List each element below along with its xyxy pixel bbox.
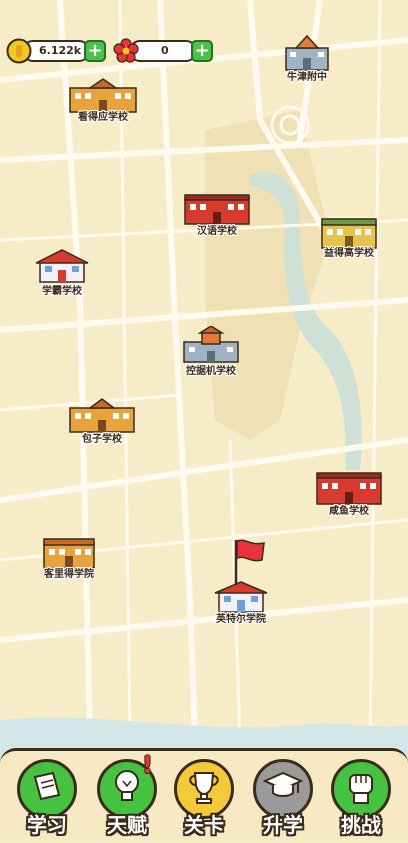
school-building-icon: [285, 34, 329, 71]
lightbulb-icon: [115, 770, 139, 801]
bottom-nav-bar: 学习 ! 天赋 关卡 升学 挑战: [0, 748, 408, 840]
nav-levels-button[interactable]: 关卡: [169, 759, 239, 843]
school-label: 牛津附中: [287, 72, 327, 83]
nav-label: 升学: [263, 813, 303, 837]
school-building-icon: [35, 249, 89, 283]
trophy-icon: [189, 772, 219, 804]
school-label: 看得应学校: [78, 112, 128, 123]
nav-label: 学习: [27, 813, 67, 837]
book-icon: [33, 771, 61, 801]
school-kelide[interactable]: 客里得学院: [40, 536, 98, 584]
city-map: [0, 0, 408, 840]
add-flowers-button[interactable]: +: [191, 40, 213, 62]
fist-icon: [349, 774, 373, 804]
school-label: 学霸学校: [42, 286, 82, 297]
nav-talent-button[interactable]: ! 天赋: [92, 751, 162, 843]
school-yidegao[interactable]: 益得高学校: [318, 216, 380, 262]
school-xianyu[interactable]: 咸鱼学校: [314, 470, 384, 518]
nav-label: 关卡: [184, 813, 224, 837]
school-kongjuji[interactable]: 控据机学校: [180, 325, 242, 377]
nav-label: 挑战: [341, 813, 381, 837]
school-label: 汉语学校: [197, 226, 237, 237]
school-building-icon: [184, 194, 250, 225]
school-label: 益得高学校: [324, 248, 374, 259]
talent-alert-badge: !: [142, 751, 153, 779]
nav-study-button[interactable]: 学习: [12, 759, 82, 843]
school-building-icon: [183, 325, 239, 363]
nav-challenge-button[interactable]: 挑战: [326, 759, 396, 843]
school-niujin[interactable]: 牛津附中: [278, 32, 336, 83]
nav-promotion-button[interactable]: 升学: [248, 759, 318, 843]
add-coins-button[interactable]: +: [84, 40, 106, 62]
school-label: 控据机学校: [186, 366, 236, 377]
school-building-icon: [214, 581, 268, 613]
school-label: 英特尔学院: [216, 614, 266, 625]
flower-value: 0: [161, 44, 169, 57]
flower-counter: 0 +: [113, 38, 213, 64]
school-baozi[interactable]: 包子学校: [66, 398, 138, 446]
school-hanyu[interactable]: 汉语学校: [182, 192, 252, 240]
school-yingteer-current[interactable]: 英特尔学院: [210, 538, 272, 630]
school-building-icon: [316, 472, 382, 505]
school-label: 客里得学院: [44, 569, 94, 580]
school-label: 包子学校: [82, 434, 122, 445]
flower-icon: [113, 38, 139, 63]
coin-icon: [6, 38, 32, 64]
coin-counter: 6.122k +: [6, 38, 106, 64]
current-level-flag-icon: [234, 539, 265, 584]
graduation-cap-icon: [263, 771, 303, 797]
school-xueba[interactable]: 学霸学校: [34, 248, 90, 297]
coin-value: 6.122k: [39, 44, 82, 57]
school-label: 咸鱼学校: [329, 506, 369, 517]
nav-label: 天赋: [107, 813, 147, 837]
school-building-icon: [69, 398, 135, 433]
school-kandeying[interactable]: 看得应学校: [66, 78, 140, 126]
